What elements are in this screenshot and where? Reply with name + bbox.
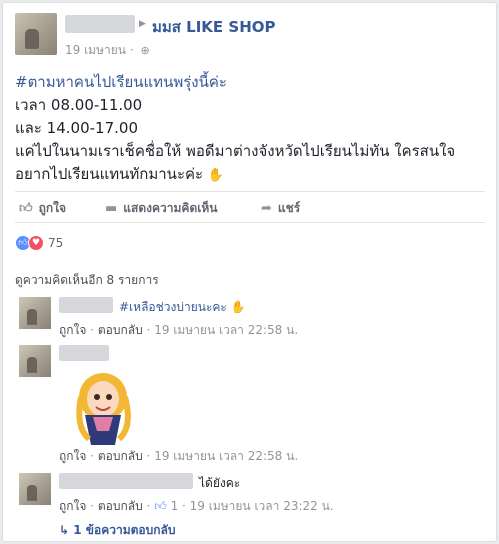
post-line-3: แค่ไปในนามเราเช็คชื่อให้ พอดีมาต่างจังหว… [15, 142, 456, 160]
post-date[interactable]: 19 เมษายน · ⊕ [65, 41, 150, 60]
view-more-comments-link[interactable]: ดูความคิดเห็นอีก 8 รายการ [15, 271, 159, 290]
comment-like-count-icon: 👍︎ [154, 499, 167, 513]
comment-3-text: ได้ยังคะ [199, 476, 241, 490]
post-body: #ตามหาคนไปเรียนแทนพรุ่งนี้ค่ะ เวลา 08.00… [15, 71, 485, 187]
post-line-2: และ 14.00-17.00 [15, 119, 138, 137]
wave-hand-emoji: ✋ [230, 300, 246, 314]
commenter-3-avatar[interactable] [19, 473, 51, 505]
triangle-right-icon: ▶ [139, 19, 146, 29]
anna-sticker-image [76, 373, 131, 445]
view-replies-link[interactable]: ↳ 1 ข้อความตอบกลับ [59, 521, 175, 540]
comment-3-time[interactable]: 19 เมษายน เวลา 23:22 น. [190, 499, 334, 513]
post-line-1: เวลา 08.00-11.00 [15, 96, 143, 114]
wave-hand-emoji: ✋ [207, 168, 225, 183]
love-reaction-icon: ♥ [28, 235, 44, 251]
post-date-text[interactable]: 19 เมษายน [65, 43, 126, 57]
share-button[interactable]: ➦ แชร์ [261, 199, 300, 218]
comment-button[interactable]: ▬ แสดงความคิดเห็น [105, 199, 217, 218]
post-header: ▶ มมส LIKE SHOP 19 เมษายน · ⊕ [15, 13, 485, 57]
comment-3-reply-link[interactable]: ตอบกลับ [98, 499, 143, 513]
comment-2-like-link[interactable]: ถูกใจ [59, 449, 86, 463]
comment-label: แสดงความคิดเห็น [123, 201, 218, 215]
hashtag-link[interactable]: #ตามหาคนไปเรียนแทนพรุ่งนี้ค่ะ [15, 73, 227, 91]
comment-2-meta: ถูกใจ · ตอบกลับ · 19 เมษายน เวลา 22:58 น… [59, 449, 299, 463]
commenter-1-avatar[interactable] [19, 297, 51, 329]
author-avatar[interactable] [15, 13, 57, 55]
post-card: ▶ มมส LIKE SHOP 19 เมษายน · ⊕ #ตามหาคนไป… [2, 2, 497, 542]
comment-1-text: #เหลือช่วงบ่ายนะคะ ✋ [119, 298, 246, 317]
comment-1-meta: ถูกใจ · ตอบกลับ · 19 เมษายน เวลา 22:58 น… [59, 323, 299, 337]
commenter-3-name-redacted[interactable] [59, 473, 193, 489]
comment-1-like-link[interactable]: ถูกใจ [59, 323, 86, 337]
comment-2-reply-link[interactable]: ตอบกลับ [98, 449, 143, 463]
comment-3-like-link[interactable]: ถูกใจ [59, 499, 86, 513]
comment-2-time[interactable]: 19 เมษายน เวลา 22:58 น. [154, 449, 298, 463]
share-label: แชร์ [277, 201, 301, 215]
comment-1-hashtag[interactable]: #เหลือช่วงบ่ายนะคะ [119, 300, 227, 314]
dot-separator: · [129, 43, 138, 57]
comment-3-meta: ถูกใจ · ตอบกลับ · 👍︎ 1 · 19 เมษายน เวลา … [59, 499, 334, 513]
thumbs-up-icon: 👍︎ [19, 201, 33, 216]
share-arrow-icon: ➦ [261, 201, 272, 216]
post-actions-bar: 👍︎ ถูกใจ ▬ แสดงความคิดเห็น ➦ แชร์ [15, 191, 485, 223]
comment-1-reply-link[interactable]: ตอบกลับ [98, 323, 143, 337]
reaction-count: 75 [48, 236, 64, 250]
page-name-link[interactable]: มมส LIKE SHOP [152, 15, 276, 39]
post-line-4: อยากไปเรียนแทนทักมานะค่ะ [15, 165, 204, 183]
globe-icon: ⊕ [140, 44, 150, 57]
comment-3-like-count[interactable]: 1 [171, 499, 179, 513]
commenter-2-avatar[interactable] [19, 345, 51, 377]
replies-count-label: 1 ข้อความตอบกลับ [73, 523, 176, 537]
reply-arrow-icon: ↳ [59, 523, 70, 537]
reactions-summary[interactable]: 👍︎ ♥ 75 [15, 233, 63, 253]
comment-1-time[interactable]: 19 เมษายน เวลา 22:58 น. [154, 323, 298, 337]
commenter-1-name-redacted[interactable] [59, 297, 113, 313]
speech-bubble-icon: ▬ [105, 201, 118, 216]
author-name-redacted[interactable] [65, 15, 135, 33]
commenter-2-name-redacted[interactable] [59, 345, 109, 361]
like-button[interactable]: 👍︎ ถูกใจ [19, 199, 66, 218]
like-label: ถูกใจ [38, 201, 67, 215]
